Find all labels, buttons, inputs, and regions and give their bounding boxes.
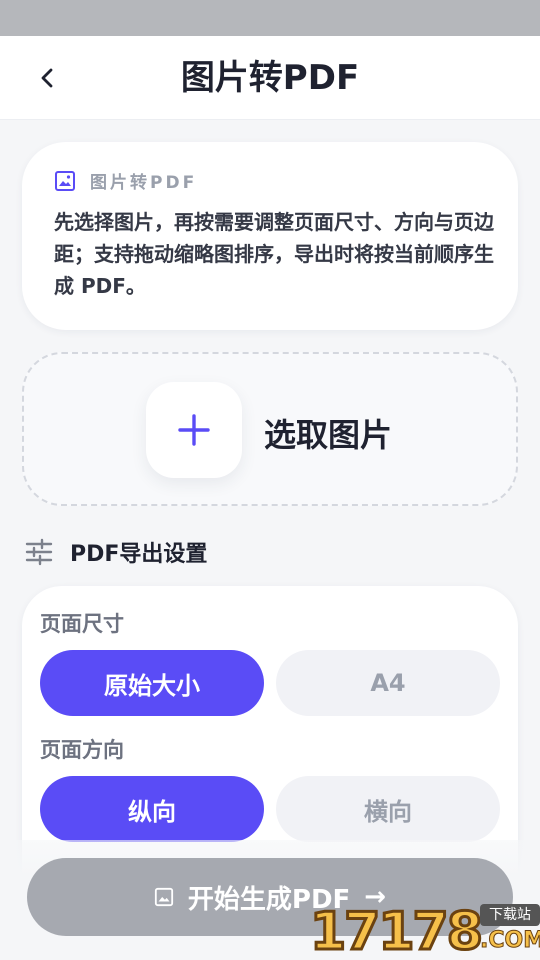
orientation-option-landscape[interactable]: 横向 (276, 776, 500, 842)
info-card-header: 图片转PDF (54, 168, 197, 193)
app-header: 图片转PDF (0, 36, 540, 120)
info-card: 图片转PDF 先选择图片，再按需要调整页面尺寸、方向与页边距；支持拖动缩略图排序… (22, 142, 518, 330)
status-bar (0, 0, 540, 36)
info-card-text: 先选择图片，再按需要调整页面尺寸、方向与页边距；支持拖动缩略图排序，导出时将按当… (54, 210, 494, 298)
page-size-option-original[interactable]: 原始大小 (40, 650, 264, 716)
image-icon (154, 887, 173, 907)
sliders-icon (25, 538, 53, 566)
page-size-label: 页面尺寸 (40, 612, 124, 636)
watermark-suffix: .COM (479, 928, 540, 954)
add-image-button[interactable] (146, 382, 242, 478)
select-images-label[interactable]: 选取图片 (264, 410, 392, 456)
page-title: 图片转PDF (180, 58, 360, 98)
watermark-badge: 下载站 (480, 904, 540, 926)
watermark-number: 17178 (309, 901, 485, 960)
image-icon (55, 170, 75, 191)
orientation-option-portrait[interactable]: 纵向 (40, 776, 264, 842)
select-images-area[interactable]: 选取图片 (22, 352, 518, 506)
settings-header: PDF导出设置 (24, 536, 207, 568)
orientation-label: 页面方向 (40, 738, 124, 762)
watermark-logo: 17178 下载站 .COM (309, 896, 540, 960)
settings-title: PDF导出设置 (70, 542, 208, 567)
page-size-option-a4[interactable]: A4 (276, 650, 500, 716)
info-card-label: 图片转PDF (90, 173, 198, 193)
plus-icon (178, 414, 210, 446)
